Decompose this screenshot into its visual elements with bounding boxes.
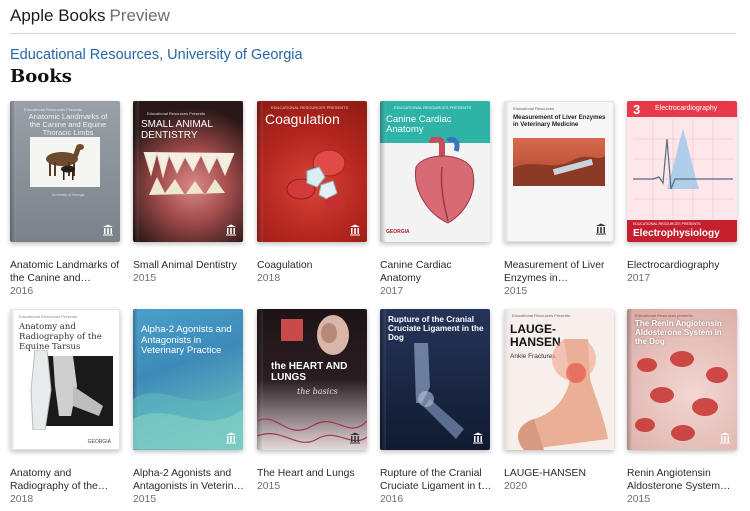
book-cover[interactable]: Educational Resources Measurement of Liv… bbox=[504, 101, 614, 242]
book-item[interactable]: EDUCATIONAL RESOURCES PRESENTS Canine Ca… bbox=[380, 101, 492, 298]
book-item[interactable]: Educational Resources Presents LAUGE-HAN… bbox=[504, 309, 616, 493]
book-title[interactable]: Anatomic Landmarks of the Canine and Equ… bbox=[10, 259, 122, 285]
book-title[interactable]: Anatomy and Radiography of the Eq… bbox=[10, 467, 122, 493]
book-title[interactable]: Alpha-2 Agonists and Antagonists in Vete… bbox=[133, 467, 245, 493]
library-icon bbox=[225, 224, 237, 236]
book-title[interactable]: Electrocardiography bbox=[627, 259, 739, 272]
book-cover[interactable]: 3 Electrocardiography EDUCATIONAL RESOUR… bbox=[627, 101, 737, 242]
book-year: 2015 bbox=[627, 494, 651, 505]
book-cover[interactable]: the HEART AND LUNGS the basics bbox=[257, 309, 367, 450]
book-title[interactable]: Measurement of Liver Enzymes in Veterina… bbox=[504, 259, 616, 285]
book-cover[interactable]: Educational Resources Presents Anatomic … bbox=[10, 101, 120, 242]
book-year: 2015 bbox=[133, 494, 157, 505]
book-year: 2018 bbox=[10, 494, 34, 505]
book-title[interactable]: Rupture of the Cranial Cruciate Ligament… bbox=[380, 467, 492, 493]
book-year: 2015 bbox=[257, 481, 281, 492]
library-icon bbox=[349, 224, 361, 236]
book-title[interactable]: Small Animal Dentistry bbox=[133, 259, 245, 272]
book-item[interactable]: Rupture of the Cranial Cruciate Ligament… bbox=[380, 309, 492, 506]
book-year: 2017 bbox=[380, 286, 404, 297]
book-cover[interactable]: EDUCATIONAL RESOURCES PRESENTS Canine Ca… bbox=[380, 101, 490, 242]
book-item[interactable]: Educational Resources Presents Anatomy a… bbox=[10, 309, 122, 506]
section-title: Books bbox=[10, 66, 72, 87]
book-title[interactable]: LAUGE-HANSEN bbox=[504, 467, 616, 480]
book-year: 2017 bbox=[627, 273, 651, 284]
book-cover[interactable]: Educational Resources Presents LAUGE-HAN… bbox=[504, 309, 614, 450]
app-title: Apple Books bbox=[10, 6, 106, 25]
book-cover[interactable]: Educational Resources Presents SMALL ANI… bbox=[133, 101, 243, 242]
book-cover[interactable]: Educational Resources presents The Renin… bbox=[627, 309, 737, 450]
library-icon bbox=[102, 224, 114, 236]
book-item[interactable]: Alpha-2 Agonists and Antagonists in Vete… bbox=[133, 309, 245, 506]
book-item[interactable]: Educational Resources Presents SMALL ANI… bbox=[133, 101, 245, 285]
book-cover[interactable]: Rupture of the Cranial Cruciate Ligament… bbox=[380, 309, 490, 450]
book-year: 2018 bbox=[257, 273, 281, 284]
book-title[interactable]: The Heart and Lungs bbox=[257, 467, 369, 480]
book-year: 2016 bbox=[380, 494, 404, 505]
book-item[interactable]: EDUCATIONAL RESOURCES PRESENTS Coagulati… bbox=[257, 101, 369, 285]
book-cover[interactable]: Educational Resources Presents Anatomy a… bbox=[10, 309, 120, 450]
library-icon bbox=[225, 432, 237, 444]
book-cover[interactable]: EDUCATIONAL RESOURCES PRESENTS Coagulati… bbox=[257, 101, 367, 242]
library-icon bbox=[472, 432, 484, 444]
book-title[interactable]: Coagulation bbox=[257, 259, 369, 272]
book-item[interactable]: Educational Resources presents The Renin… bbox=[627, 309, 739, 506]
book-title[interactable]: Renin Angiotensin Aldosterone System in… bbox=[627, 467, 739, 493]
book-cover[interactable]: Alpha-2 Agonists and Antagonists in Vete… bbox=[133, 309, 243, 450]
book-title[interactable]: Canine Cardiac Anatomy bbox=[380, 259, 492, 285]
book-item[interactable]: Educational Resources Measurement of Liv… bbox=[504, 101, 616, 298]
book-item[interactable]: 3 Electrocardiography EDUCATIONAL RESOUR… bbox=[627, 101, 739, 285]
book-year: 2015 bbox=[133, 273, 157, 284]
library-icon bbox=[349, 432, 361, 444]
book-item[interactable]: the HEART AND LUNGS the basics The Heart… bbox=[257, 309, 369, 493]
book-year: 2016 bbox=[10, 286, 34, 297]
library-icon bbox=[595, 223, 607, 235]
book-item[interactable]: Educational Resources Presents Anatomic … bbox=[10, 101, 122, 298]
book-year: 2015 bbox=[504, 286, 528, 297]
publisher-link[interactable]: Educational Resources, University of Geo… bbox=[10, 47, 303, 63]
preview-label: Preview bbox=[109, 6, 170, 25]
header-divider bbox=[10, 33, 736, 34]
library-icon bbox=[719, 432, 731, 444]
book-year: 2020 bbox=[504, 481, 528, 492]
app-header: Apple Books Preview bbox=[10, 6, 170, 28]
